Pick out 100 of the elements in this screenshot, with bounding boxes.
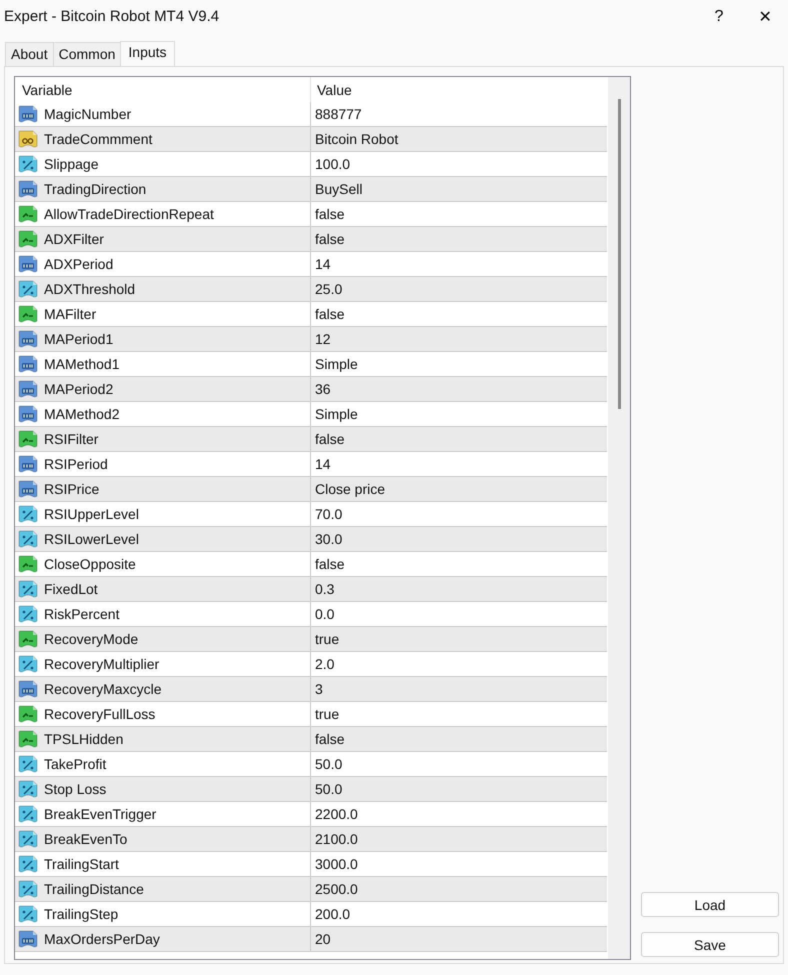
boolean-type-icon (18, 704, 38, 724)
variable-value[interactable]: 888777 (315, 106, 362, 122)
variable-name: TrailingStep (44, 906, 118, 922)
integer-type-icon (18, 680, 38, 698)
variable-name: MaxOrdersPerDay (44, 931, 160, 947)
variable-name: RSIFilter (44, 431, 98, 447)
fraction-type-icon (18, 754, 38, 774)
integer-type-icon (18, 454, 38, 474)
variable-name: RecoveryFullLoss (44, 706, 156, 722)
boolean-type-icon (18, 304, 38, 324)
load-button[interactable]: Load (641, 892, 779, 917)
fraction-type-icon (18, 904, 38, 924)
variable-name: BreakEvenTo (44, 831, 128, 847)
integer-type-icon (18, 480, 38, 498)
boolean-type-icon (18, 430, 38, 448)
variable-name: CloseOpposite (44, 556, 136, 572)
variable-value[interactable]: 25.0 (315, 281, 342, 297)
fraction-type-icon (18, 854, 38, 874)
variable-value[interactable]: false (315, 731, 345, 747)
tab[interactable]: About (5, 42, 54, 66)
variable-name: TakeProfit (44, 756, 106, 772)
variable-name: ADXPeriod (44, 256, 114, 272)
tab[interactable]: Inputs (120, 41, 175, 66)
variable-value[interactable]: 20 (315, 931, 331, 947)
variable-name: TrailingDistance (44, 881, 144, 897)
integer-type-icon (18, 404, 38, 424)
variable-name: Stop Loss (44, 781, 106, 797)
variable-value[interactable]: 100.0 (315, 156, 350, 172)
fraction-type-icon (18, 530, 38, 548)
variable-value[interactable]: 0.0 (315, 606, 334, 622)
variable-name: RecoveryMode (44, 631, 138, 647)
variable-value[interactable]: 50.0 (315, 781, 342, 797)
boolean-type-icon (18, 230, 38, 248)
fraction-type-icon (18, 830, 38, 848)
variable-value[interactable]: BuySell (315, 181, 362, 197)
boolean-type-icon (18, 204, 38, 224)
variable-name: ADXFilter (44, 231, 104, 247)
variable-name: MAMethod2 (44, 406, 120, 422)
fraction-type-icon (18, 880, 38, 898)
fraction-type-icon (18, 804, 38, 824)
boolean-type-icon (18, 630, 38, 648)
variable-value[interactable]: false (315, 206, 345, 222)
variable-name: RSIPrice (44, 481, 100, 497)
tab[interactable]: Common (52, 42, 122, 66)
variable-value[interactable]: true (315, 631, 340, 647)
scrollbar[interactable] (608, 77, 630, 959)
text-type-icon (18, 130, 38, 148)
integer-type-icon (18, 354, 38, 374)
variable-value[interactable]: 0.3 (315, 581, 334, 597)
variable-value[interactable]: 14 (315, 456, 331, 472)
variable-name: TPSLHidden (44, 731, 124, 747)
variable-name: RecoveryMultiplier (44, 656, 160, 672)
variable-name: RSIPeriod (44, 456, 108, 472)
fraction-type-icon (18, 504, 38, 524)
variable-value[interactable]: 3000.0 (315, 856, 358, 872)
variable-value[interactable]: true (315, 706, 340, 722)
integer-type-icon (18, 330, 38, 348)
variable-name: BreakEvenTrigger (44, 806, 156, 822)
save-button[interactable]: Save (641, 932, 779, 957)
fraction-type-icon (18, 280, 38, 298)
variable-name: MAMethod1 (44, 356, 120, 372)
variable-value[interactable]: false (315, 556, 345, 572)
variable-value[interactable]: Simple (315, 406, 358, 422)
fraction-type-icon (18, 654, 38, 674)
fraction-type-icon (18, 604, 38, 624)
integer-type-icon (18, 380, 38, 398)
integer-type-icon (18, 180, 38, 198)
fraction-type-icon (18, 580, 38, 598)
variable-value[interactable]: 14 (315, 256, 331, 272)
variable-value[interactable]: false (315, 431, 345, 447)
fraction-type-icon (18, 780, 38, 798)
variable-name: RiskPercent (44, 606, 120, 622)
variable-value[interactable]: Close price (315, 481, 386, 497)
variable-value[interactable]: Bitcoin Robot (315, 131, 398, 147)
variable-value[interactable]: 2500.0 (315, 881, 358, 897)
variable-value[interactable]: Simple (315, 356, 358, 372)
variable-value[interactable]: false (315, 306, 345, 322)
close-button[interactable]: ✕ (742, 0, 788, 33)
variable-name: TradeCommment (44, 131, 152, 147)
variable-value[interactable]: 36 (315, 381, 331, 397)
variable-value[interactable]: false (315, 231, 345, 247)
variable-value[interactable]: 30.0 (315, 531, 342, 547)
variable-value[interactable]: 200.0 (315, 906, 350, 922)
boolean-type-icon (18, 554, 38, 574)
variable-value[interactable]: 12 (315, 331, 331, 347)
variable-name: MagicNumber (44, 106, 132, 122)
variable-value[interactable]: 2200.0 (315, 806, 358, 822)
variable-value[interactable]: 3 (315, 681, 323, 697)
help-button[interactable]: ? (696, 0, 742, 33)
variable-name: TrailingStart (44, 856, 119, 872)
variable-value[interactable]: 50.0 (315, 756, 342, 772)
variable-name: Slippage (44, 156, 98, 172)
variable-value[interactable]: 70.0 (315, 506, 342, 522)
column-header[interactable]: Variable (22, 82, 72, 98)
variable-value[interactable]: 2100.0 (315, 831, 358, 847)
variable-value[interactable]: 2.0 (315, 656, 334, 672)
window-title: Expert - Bitcoin Robot MT4 V9.4 (4, 8, 220, 25)
column-header[interactable]: Value (317, 82, 352, 98)
integer-type-icon (18, 104, 38, 124)
scrollbar-thumb[interactable] (618, 99, 621, 409)
